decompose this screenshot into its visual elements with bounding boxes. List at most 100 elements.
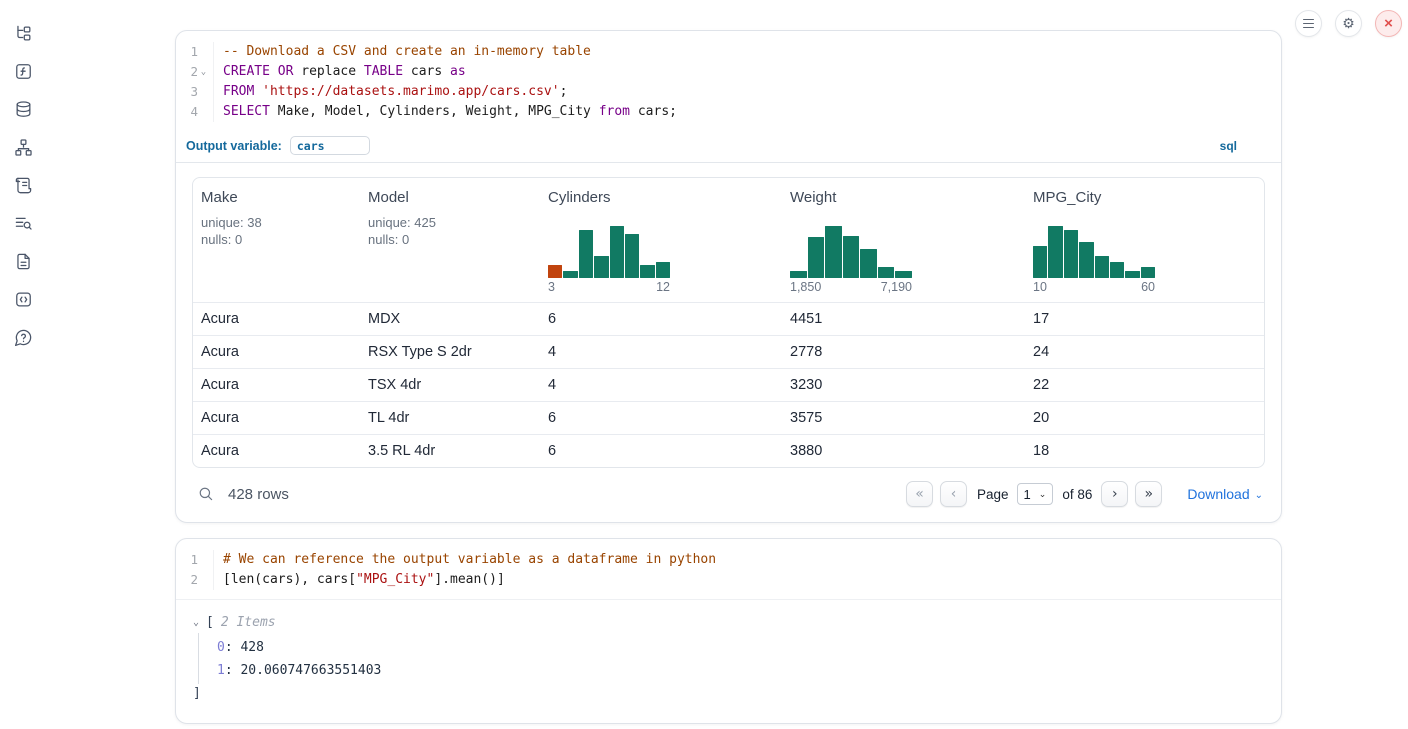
axis-min-label: 10 (1033, 280, 1047, 295)
menu-button[interactable] (1295, 10, 1322, 37)
page-select[interactable]: 1 ⌄ (1017, 483, 1054, 505)
fold-caret-icon[interactable]: ⌄ (198, 62, 209, 82)
code-line: 2[len(cars), cars["MPG_City"].mean()] (176, 570, 1281, 590)
code-text: -- Download a CSV and create an in-memor… (214, 42, 591, 62)
line-number: 2 (188, 570, 198, 590)
menu-icon (1303, 19, 1314, 29)
column-stats: unique: 38nulls: 0 (201, 215, 352, 248)
documentation-icon[interactable] (12, 250, 34, 272)
dependency-graph-icon[interactable] (12, 136, 34, 158)
table-cell: TSX 4dr (360, 368, 540, 401)
histogram-axis: 10 60 (1033, 280, 1155, 295)
code-token: ; (560, 84, 568, 99)
column-header-cylinders[interactable]: Cylinders312 (540, 178, 782, 302)
code-token: SELECT (223, 104, 270, 119)
next-page-button[interactable]: › (1101, 481, 1128, 507)
table-cell: 4451 (782, 302, 1025, 335)
shutdown-button[interactable]: × (1375, 10, 1402, 37)
code-token: cars; (630, 104, 677, 119)
table-cell: 24 (1025, 335, 1264, 368)
axis-max-label: 60 (1141, 280, 1155, 295)
last-page-button[interactable]: » (1135, 481, 1162, 507)
table-row[interactable]: Acura3.5 RL 4dr6388018 (193, 434, 1264, 467)
data-table: Makeunique: 38nulls: 0Modelunique: 425nu… (192, 177, 1265, 468)
histogram-bar (640, 265, 654, 278)
collapse-caret-icon[interactable]: ⌄ (193, 613, 206, 633)
table-row[interactable]: AcuraTL 4dr6357520 (193, 401, 1264, 434)
column-name: Cylinders (548, 189, 774, 206)
sql-code-editor[interactable]: 1 -- Download a CSV and create an in-memo… (176, 31, 1281, 131)
line-number-gutter: 2⌄ (176, 62, 214, 82)
python-code-editor[interactable]: 1# We can reference the output variable … (176, 539, 1281, 599)
page-select-value: 1 (1024, 487, 1031, 502)
download-label: Download (1187, 486, 1249, 502)
code-text: # We can reference the output variable a… (214, 550, 716, 570)
table-cell: 6 (540, 434, 782, 467)
column-header-mpg_city[interactable]: MPG_City1060 (1025, 178, 1264, 302)
line-number-gutter: 1 (176, 42, 214, 62)
code-token: 'https://datasets.marimo.app/cars.csv' (262, 84, 559, 99)
logs-search-icon[interactable] (12, 212, 34, 234)
column-header-model[interactable]: Modelunique: 425nulls: 0 (360, 178, 540, 302)
language-badge: sql (1220, 139, 1237, 153)
table-row[interactable]: AcuraTSX 4dr4323022 (193, 368, 1264, 401)
histogram-bar (1064, 230, 1078, 278)
notebook: 1 -- Download a CSV and create an in-memo… (175, 30, 1282, 724)
code-token: ].mean()] (434, 572, 504, 587)
histogram: 1,8507,190 (790, 226, 912, 295)
first-page-button[interactable]: « (906, 481, 933, 507)
histogram-bar (1048, 226, 1062, 278)
download-button[interactable]: Download ⌄ (1187, 486, 1263, 502)
line-number-gutter: 4 (176, 102, 214, 122)
code-token (270, 64, 278, 79)
code-token: TABLE (364, 64, 403, 79)
scratchpad-icon[interactable] (12, 174, 34, 196)
table-cell: 6 (540, 302, 782, 335)
histogram-bar (625, 234, 639, 278)
column-header-weight[interactable]: Weight1,8507,190 (782, 178, 1025, 302)
code-line: 2⌄CREATE OR replace TABLE cars as (176, 62, 1281, 82)
code-token: CREATE (223, 64, 270, 79)
histogram-bar (843, 236, 860, 278)
code-token: [len(cars), cars[ (223, 572, 356, 587)
code-token: replace (293, 64, 363, 79)
table-cell: 4 (540, 335, 782, 368)
table-row[interactable]: AcuraMDX6445117 (193, 302, 1264, 335)
close-bracket: ] (193, 684, 1265, 704)
code-text: FROM 'https://datasets.marimo.app/cars.c… (214, 82, 567, 102)
code-token: FROM (223, 84, 254, 99)
variables-icon[interactable] (12, 60, 34, 82)
histogram-bar (825, 226, 842, 278)
output-variable-label: Output variable: (186, 139, 282, 153)
histogram-bar (895, 271, 912, 278)
table-cell: 2778 (782, 335, 1025, 368)
snippets-icon[interactable] (12, 288, 34, 310)
datasources-icon[interactable] (12, 98, 34, 120)
column-stats: unique: 425nulls: 0 (368, 215, 532, 248)
help-icon[interactable] (12, 326, 34, 348)
stat-line: nulls: 0 (201, 232, 352, 249)
table-cell: 3.5 RL 4dr (360, 434, 540, 467)
line-number: 1 (188, 42, 198, 62)
table-body: AcuraMDX6445117AcuraRSX Type S 2dr427782… (193, 302, 1264, 467)
output-list-header: ⌄ [ 2 Items (193, 613, 1265, 633)
histogram-bar (878, 267, 895, 278)
file-tree-icon[interactable] (12, 22, 34, 44)
code-line: 1 -- Download a CSV and create an in-memo… (176, 42, 1281, 62)
settings-button[interactable]: ⚙ (1335, 10, 1362, 37)
line-number: 3 (188, 82, 198, 102)
output-variable-input[interactable] (290, 136, 370, 155)
table-row[interactable]: AcuraRSX Type S 2dr4277824 (193, 335, 1264, 368)
sql-cell: 1 -- Download a CSV and create an in-memo… (175, 30, 1282, 523)
items-count-label: 2 Items (221, 613, 276, 633)
table-cell: 3575 (782, 401, 1025, 434)
table-cell: MDX (360, 302, 540, 335)
code-line: 3 FROM 'https://datasets.marimo.app/cars.… (176, 82, 1281, 102)
table-cell: Acura (193, 368, 360, 401)
code-line: 1# We can reference the output variable … (176, 550, 1281, 570)
search-icon[interactable] (197, 485, 215, 503)
table-cell: Acura (193, 434, 360, 467)
prev-page-button[interactable]: ‹ (940, 481, 967, 507)
table-cell: 18 (1025, 434, 1264, 467)
column-header-make[interactable]: Makeunique: 38nulls: 0 (193, 178, 360, 302)
